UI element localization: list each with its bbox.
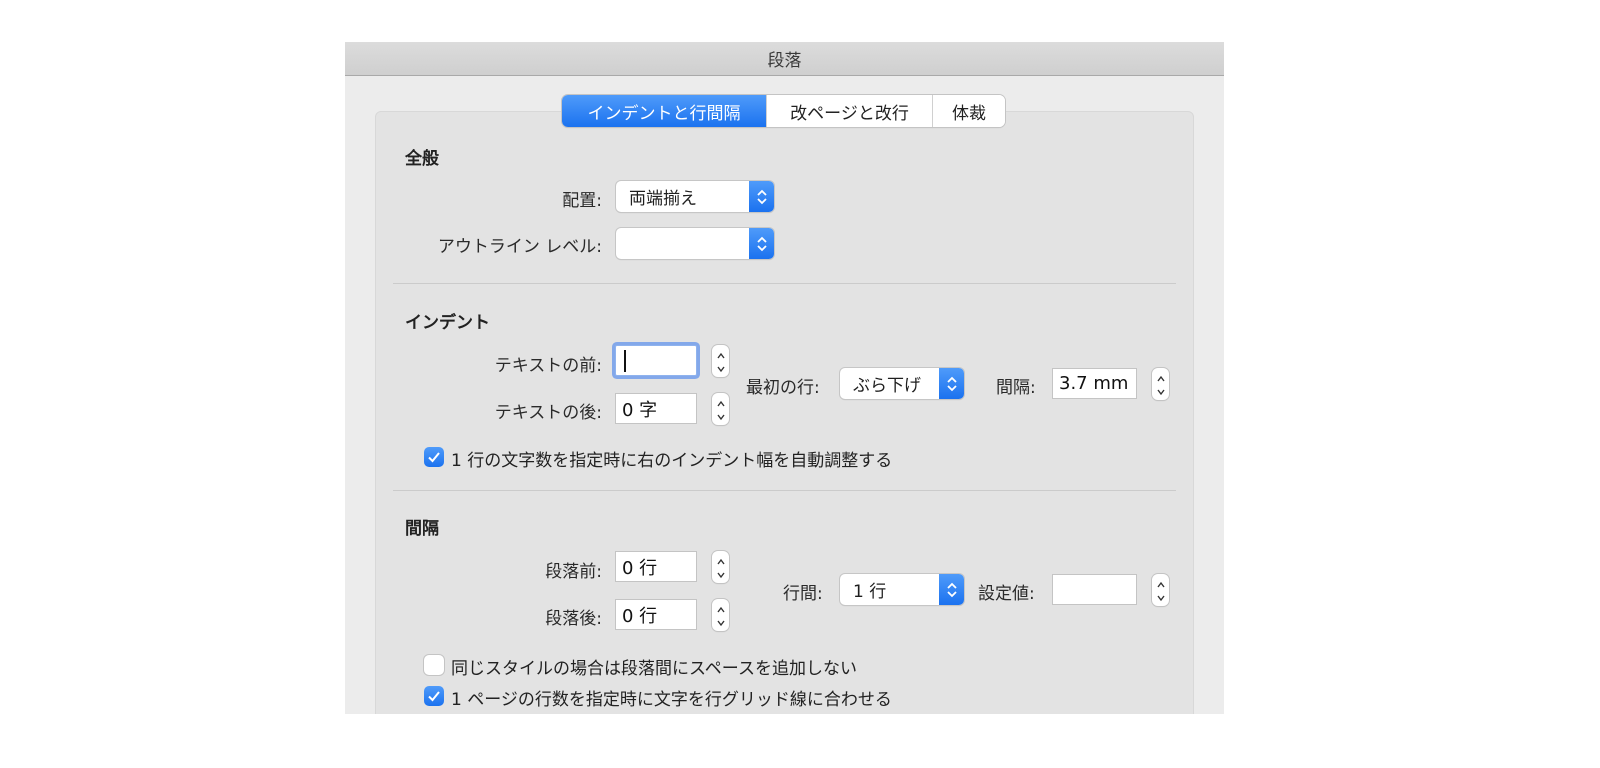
space-after-label: 段落後: <box>545 609 602 629</box>
chevron-up-icon[interactable] <box>712 396 729 409</box>
updown-chevron-icon <box>939 574 964 605</box>
chevron-down-icon[interactable] <box>1152 384 1169 397</box>
chevron-up-icon[interactable] <box>1152 371 1169 384</box>
chevron-down-icon[interactable] <box>1152 590 1169 603</box>
paragraph-dialog: 段落 インデントと行間隔 改ページと改行 体裁 全般 配置: 両端揃え アウトラ… <box>345 42 1224 714</box>
line-spacing-at-stepper[interactable] <box>1152 574 1169 606</box>
indent-after-value: 0 字 <box>622 399 658 421</box>
line-spacing-at-label: 設定値: <box>978 584 1035 604</box>
updown-chevron-icon <box>749 181 774 212</box>
line-spacing-value: 1 行 <box>853 582 887 602</box>
first-line-label: 最初の行: <box>746 378 820 398</box>
window-titlebar: 段落 <box>345 42 1224 76</box>
snap-to-grid-checkbox[interactable] <box>424 686 444 706</box>
line-spacing-at-input[interactable] <box>1052 574 1137 605</box>
indent-by-value: 3.7 mm <box>1059 373 1129 394</box>
section-title-spacing: 間隔 <box>405 519 439 539</box>
updown-chevron-icon <box>939 368 964 399</box>
chevron-up-icon[interactable] <box>1152 577 1169 590</box>
updown-chevron-icon <box>749 228 774 259</box>
section-divider <box>393 283 1176 284</box>
indent-by-input[interactable]: 3.7 mm <box>1052 368 1137 399</box>
text-caret <box>624 349 626 372</box>
chevron-down-icon[interactable] <box>712 567 729 580</box>
indent-before-label: テキストの前: <box>494 356 602 376</box>
section-divider <box>393 490 1176 491</box>
line-spacing-label: 行間: <box>783 584 823 604</box>
indent-before-stepper[interactable] <box>712 345 729 377</box>
chevron-down-icon[interactable] <box>712 409 729 422</box>
indent-before-input[interactable] <box>615 345 697 376</box>
chevron-down-icon[interactable] <box>712 615 729 628</box>
tab-asian-typography[interactable]: 体裁 <box>932 95 1005 127</box>
alignment-select[interactable]: 両端揃え <box>616 181 774 212</box>
indent-after-stepper[interactable] <box>712 393 729 425</box>
section-title-indent: インデント <box>405 313 490 333</box>
space-before-value: 0 行 <box>622 557 658 579</box>
tab-indents-and-spacing[interactable]: インデントと行間隔 <box>562 95 766 127</box>
space-after-stepper[interactable] <box>712 599 729 631</box>
alignment-label: 配置: <box>562 191 602 211</box>
space-before-stepper[interactable] <box>712 551 729 583</box>
line-spacing-select[interactable]: 1 行 <box>840 574 964 605</box>
chevron-up-icon[interactable] <box>712 348 729 361</box>
no-space-same-style-checkbox[interactable] <box>424 655 444 675</box>
first-line-select[interactable]: ぶら下げ <box>840 368 964 399</box>
chevron-down-icon[interactable] <box>712 361 729 374</box>
auto-adjust-right-indent-label: 1 行の文字数を指定時に右のインデント幅を自動調整する <box>451 451 893 471</box>
checkmark-icon <box>428 452 440 463</box>
section-title-general: 全般 <box>405 149 439 169</box>
space-after-value: 0 行 <box>622 605 658 627</box>
space-before-label: 段落前: <box>545 562 602 582</box>
tab-bar: インデントと行間隔 改ページと改行 体裁 <box>562 95 1005 127</box>
indent-after-label: テキストの後: <box>494 403 602 423</box>
space-before-input[interactable]: 0 行 <box>615 551 697 582</box>
indent-by-label: 間隔: <box>996 378 1036 398</box>
first-line-value: ぶら下げ <box>853 376 921 396</box>
auto-adjust-right-indent-checkbox[interactable] <box>424 447 444 467</box>
checkmark-icon <box>428 691 440 702</box>
snap-to-grid-label: 1 ページの行数を指定時に文字を行グリッド線に合わせる <box>451 690 892 710</box>
chevron-up-icon[interactable] <box>712 602 729 615</box>
window-title: 段落 <box>767 51 802 71</box>
outline-level-label: アウトライン レベル: <box>437 237 602 257</box>
alignment-value: 両端揃え <box>629 189 697 209</box>
no-space-same-style-label: 同じスタイルの場合は段落間にスペースを追加しない <box>451 659 857 679</box>
indent-by-stepper[interactable] <box>1152 368 1169 400</box>
space-after-input[interactable]: 0 行 <box>615 599 697 630</box>
chevron-up-icon[interactable] <box>712 554 729 567</box>
outline-level-select[interactable] <box>616 228 774 259</box>
tab-line-and-page-breaks[interactable]: 改ページと改行 <box>766 95 932 127</box>
indent-after-input[interactable]: 0 字 <box>615 393 697 424</box>
